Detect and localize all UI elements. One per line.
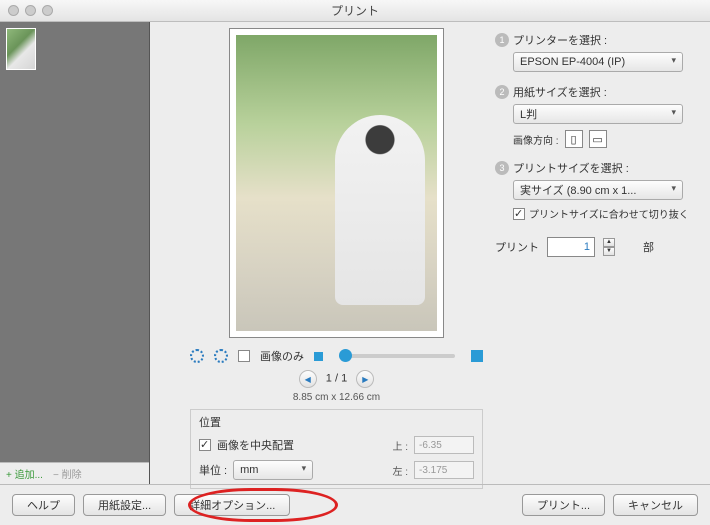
step-3-icon: 3: [495, 161, 509, 175]
crop-to-fit-checkbox[interactable]: [513, 208, 525, 220]
image-only-label: 画像のみ: [260, 348, 304, 364]
add-button[interactable]: + 追加...: [6, 466, 43, 481]
traffic-lights: [8, 5, 53, 16]
help-button[interactable]: ヘルプ: [12, 494, 75, 516]
step-1-icon: 1: [495, 33, 509, 47]
advanced-options-button[interactable]: 詳細オプション...: [174, 494, 290, 516]
page-setup-button[interactable]: 用紙設定...: [83, 494, 166, 516]
print-size-select[interactable]: 実サイズ (8.90 cm x 1...: [513, 180, 683, 200]
copies-label: プリント: [495, 239, 539, 255]
page-thumbnail[interactable]: [6, 28, 36, 70]
rotate-ccw-icon[interactable]: [190, 349, 204, 363]
copies-input[interactable]: [547, 237, 595, 257]
printer-select[interactable]: EPSON EP-4004 (IP): [513, 52, 683, 72]
orientation-label: 画像方向 :: [513, 132, 559, 147]
paper-dimensions: 8.85 cm x 12.66 cm: [190, 392, 483, 403]
left-label: 左 :: [378, 463, 408, 478]
cancel-button[interactable]: キャンセル: [613, 494, 698, 516]
position-legend: 位置: [199, 417, 221, 429]
top-label: 上 :: [378, 438, 408, 453]
unit-select[interactable]: mm: [233, 460, 313, 480]
print-preview: [229, 28, 444, 338]
paper-size-select[interactable]: L判: [513, 104, 683, 124]
rotate-cw-icon[interactable]: [214, 349, 228, 363]
image-only-checkbox[interactable]: [238, 350, 250, 362]
center-image-checkbox[interactable]: [199, 439, 211, 451]
center-image-label: 画像を中央配置: [217, 437, 372, 453]
window-titlebar: プリント: [0, 0, 710, 22]
position-group: 位置 画像を中央配置 上 : 単位 : mm 左 :: [190, 409, 483, 489]
thumbnail-sidebar: + 追加... − 削除: [0, 22, 150, 484]
minimize-window-icon[interactable]: [25, 5, 36, 16]
zoom-in-icon[interactable]: [471, 350, 483, 362]
left-input: [414, 461, 474, 479]
printer-label: プリンターを選択 :: [513, 32, 607, 48]
crop-to-fit-label: プリントサイズに合わせて切り抜く: [529, 206, 689, 221]
prev-page-button[interactable]: ◀: [299, 370, 317, 388]
landscape-button[interactable]: ▭: [589, 130, 607, 148]
portrait-button[interactable]: ▯: [565, 130, 583, 148]
zoom-slider[interactable]: [339, 354, 455, 358]
paper-size-label: 用紙サイズを選択 :: [513, 84, 607, 100]
page-indicator: 1 / 1: [326, 373, 347, 385]
top-input: [414, 436, 474, 454]
window-title: プリント: [331, 4, 379, 18]
unit-label: 単位 :: [199, 462, 227, 478]
zoom-window-icon[interactable]: [42, 5, 53, 16]
zoom-out-icon[interactable]: [314, 352, 323, 361]
print-size-label: プリントサイズを選択 :: [513, 160, 629, 176]
remove-button: − 削除: [53, 466, 82, 481]
print-button[interactable]: プリント...: [522, 494, 605, 516]
close-window-icon[interactable]: [8, 5, 19, 16]
copies-unit: 部: [643, 239, 654, 255]
copies-stepper[interactable]: ▲▼: [603, 238, 615, 256]
next-page-button[interactable]: ▶: [356, 370, 374, 388]
step-2-icon: 2: [495, 85, 509, 99]
